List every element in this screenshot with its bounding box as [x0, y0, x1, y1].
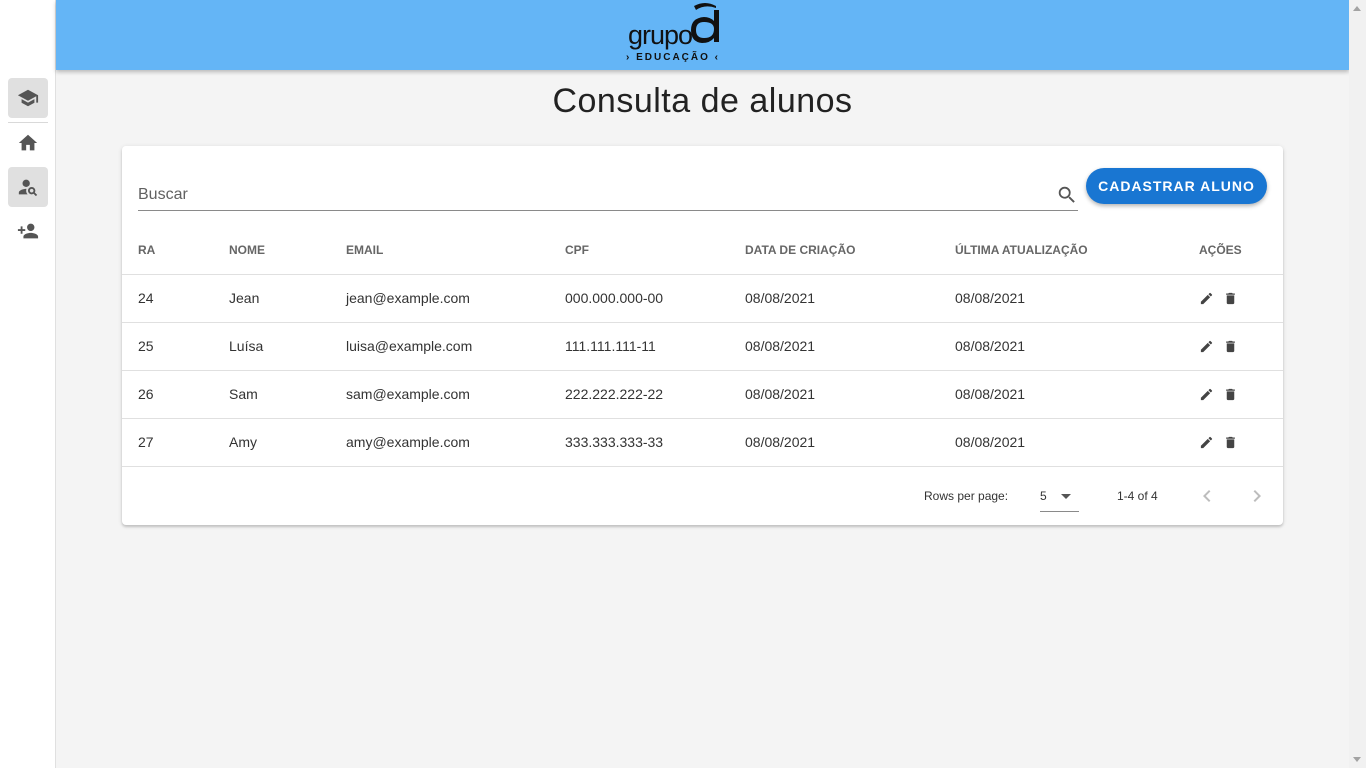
- scroll-down-arrow-icon[interactable]: [1353, 757, 1361, 762]
- students-table: RA NOME EMAIL CPF DATA DE CRIAÇÃO ÚLTIMA…: [122, 226, 1283, 467]
- person-search-icon: [18, 179, 38, 197]
- rows-per-page-label: Rows per page:: [924, 489, 1009, 503]
- pagination-range: 1-4 of 4: [1117, 489, 1158, 503]
- grupo-a-logo: grupo › EDUCAÇÃO ‹: [626, 3, 726, 66]
- home-icon: [18, 134, 38, 151]
- cell-ultima-atualizacao: 08/08/2021: [955, 322, 1199, 371]
- column-header-acoes: AÇÕES: [1199, 226, 1283, 275]
- column-header-data-criacao[interactable]: DATA DE CRIAÇÃO: [745, 226, 955, 275]
- edit-icon[interactable]: [1199, 387, 1214, 402]
- cell-email: jean@example.com: [346, 274, 565, 323]
- cell-cpf: 222.222.222-22: [565, 370, 745, 419]
- cell-cpf: 333.333.333-33: [565, 418, 745, 467]
- cell-ultima-atualizacao: 08/08/2021: [955, 418, 1199, 467]
- cell-email: sam@example.com: [346, 370, 565, 419]
- cell-nome: Amy: [229, 418, 346, 467]
- page-title: Consulta de alunos: [552, 82, 853, 120]
- logo-subtext: › EDUCAÇÃO ‹: [626, 52, 720, 63]
- sidebar-item-courses[interactable]: [8, 78, 48, 118]
- cell-acoes: [1199, 418, 1283, 467]
- delete-icon[interactable]: [1223, 387, 1238, 402]
- column-header-ultima-atualizacao[interactable]: ÚLTIMA ATUALIZAÇÃO: [955, 226, 1199, 275]
- column-header-email[interactable]: EMAIL: [346, 226, 565, 275]
- cell-ra: 26: [122, 370, 229, 419]
- delete-icon[interactable]: [1223, 291, 1238, 306]
- column-header-nome[interactable]: NOME: [229, 226, 346, 275]
- search-field[interactable]: [138, 182, 1078, 211]
- edit-icon[interactable]: [1199, 339, 1214, 354]
- logo-letter-a-mark: [691, 3, 719, 43]
- table-header-row: RA NOME EMAIL CPF DATA DE CRIAÇÃO ÚLTIMA…: [122, 226, 1283, 275]
- rows-per-page-select[interactable]: 5: [1040, 483, 1079, 512]
- cell-ultima-atualizacao: 08/08/2021: [955, 274, 1199, 323]
- table-row: 24 Jean jean@example.com 000.000.000-00 …: [122, 274, 1283, 323]
- search-input[interactable]: [138, 182, 1038, 208]
- add-student-button[interactable]: CADASTRAR ALUNO: [1086, 168, 1267, 204]
- search-icon[interactable]: [1056, 184, 1078, 206]
- sidebar-item-search-students[interactable]: [8, 167, 48, 207]
- next-page-button[interactable]: [1245, 484, 1269, 508]
- table-pagination: Rows per page: 5 1-4 of 4: [122, 467, 1283, 525]
- table-row: 27 Amy amy@example.com 333.333.333-33 08…: [122, 418, 1283, 467]
- cell-email: luisa@example.com: [346, 322, 565, 371]
- chevron-left-icon: [1203, 490, 1211, 502]
- table-row: 25 Luísa luisa@example.com 111.111.111-1…: [122, 322, 1283, 371]
- window-scrollbar[interactable]: [1349, 0, 1366, 768]
- delete-icon[interactable]: [1223, 435, 1238, 450]
- column-header-cpf[interactable]: CPF: [565, 226, 745, 275]
- cell-nome: Sam: [229, 370, 346, 419]
- column-header-ra[interactable]: RA: [122, 226, 229, 275]
- sidebar-item-home[interactable]: [8, 123, 48, 163]
- cell-ra: 27: [122, 418, 229, 467]
- cell-cpf: 000.000.000-00: [565, 274, 745, 323]
- cell-ultima-atualizacao: 08/08/2021: [955, 370, 1199, 419]
- sidebar-item-add-student[interactable]: [8, 211, 48, 251]
- cell-acoes: [1199, 274, 1283, 323]
- table-row: 26 Sam sam@example.com 222.222.222-22 08…: [122, 370, 1283, 419]
- cell-ra: 25: [122, 322, 229, 371]
- cell-nome: Luísa: [229, 322, 346, 371]
- chevron-right-icon: [1253, 490, 1261, 502]
- delete-icon[interactable]: [1223, 339, 1238, 354]
- cell-cpf: 111.111.111-11: [565, 322, 745, 371]
- person-add-icon: [17, 223, 39, 239]
- students-table-card: CADASTRAR ALUNO RA NOME EMAIL CPF DATA D…: [122, 146, 1283, 525]
- logo-wordmark: grupo: [628, 20, 693, 50]
- cell-data-criacao: 08/08/2021: [745, 322, 955, 371]
- dropdown-arrow-icon: [1061, 494, 1071, 499]
- cell-acoes: [1199, 322, 1283, 371]
- top-app-bar: grupo › EDUCAÇÃO ‹: [56, 0, 1349, 70]
- sidebar: [0, 0, 56, 768]
- cell-data-criacao: 08/08/2021: [745, 418, 955, 467]
- previous-page-button[interactable]: [1195, 484, 1219, 508]
- graduation-cap-icon: [17, 89, 39, 107]
- cell-data-criacao: 08/08/2021: [745, 274, 955, 323]
- cell-ra: 24: [122, 274, 229, 323]
- cell-acoes: [1199, 370, 1283, 419]
- cell-data-criacao: 08/08/2021: [745, 370, 955, 419]
- cell-nome: Jean: [229, 274, 346, 323]
- cell-email: amy@example.com: [346, 418, 565, 467]
- rows-per-page-value: 5: [1040, 489, 1047, 503]
- scroll-up-arrow-icon[interactable]: [1353, 6, 1361, 11]
- edit-icon[interactable]: [1199, 435, 1214, 450]
- edit-icon[interactable]: [1199, 291, 1214, 306]
